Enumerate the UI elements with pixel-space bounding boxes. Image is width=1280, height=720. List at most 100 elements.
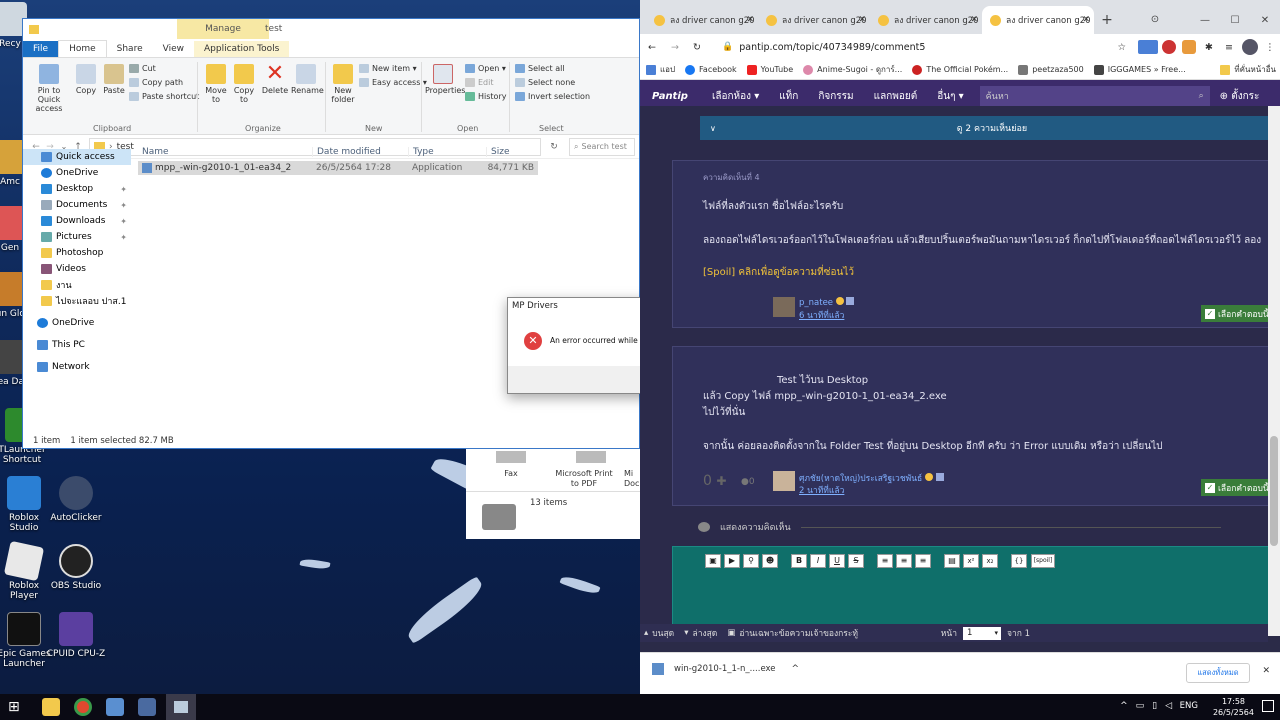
page-select[interactable]: 1 ▾ [962,626,1001,640]
underline-icon[interactable]: U [829,554,845,568]
minimize-icon[interactable]: — [1190,15,1220,26]
desktop-icon-cpuz[interactable]: CPUID CPU-Z [46,612,106,659]
copy-path-button[interactable]: Copy path [129,78,183,87]
nav-this-pc[interactable]: This PC [23,337,131,353]
desktop-icon-obs[interactable]: OBS Studio [46,544,106,591]
page-scrollbar[interactable] [1268,106,1280,636]
desktop-icon-autoclicker[interactable]: AutoClicker [46,476,106,523]
strikethrough-icon[interactable]: S [848,554,864,568]
subscript-icon[interactable]: x₂ [982,554,998,568]
pick-answer-button[interactable]: ✓ เลือกคำตอบนี้ [1201,479,1268,496]
col-type[interactable]: Type [408,147,486,157]
close-icon[interactable]: ✕ [1262,666,1270,676]
bookmark-peetzaza[interactable]: peetzaza500 [1018,64,1084,75]
arrow-up-icon[interactable]: ▴ [644,628,648,638]
emoji-picker-icon[interactable]: ☻ [762,554,778,568]
nav-pictures[interactable]: Pictures ✦ [23,229,131,245]
language-indicator[interactable]: ENG [1180,701,1198,711]
nav-downloads[interactable]: Downloads ✦ [23,213,131,229]
arrow-down-icon[interactable]: ▾ [684,628,688,638]
avatar[interactable] [773,471,795,491]
vote-count[interactable]: 0 ✚ [703,473,726,489]
scroll-top-link[interactable]: บนสุด [652,626,674,640]
network-icon[interactable]: ▭ [1136,701,1145,711]
nav-onedrive[interactable]: OneDrive [23,165,131,181]
clock[interactable]: 17:58 26/5/2564 [1213,696,1254,718]
align-center-icon[interactable]: ≡ [896,554,912,568]
bookmark-pokemon[interactable]: The Official Pokém... [912,64,1008,75]
pin-quick-access-button[interactable]: Pin to Quick access [27,64,71,113]
tab-view[interactable]: View [153,41,194,57]
bookmark-igggames[interactable]: IGGGAMES » Free... [1093,64,1186,75]
nav-more[interactable]: อื่นๆ ▾ [937,89,963,104]
show-all-button[interactable]: แสดงทั้งหมด [1186,663,1250,683]
bookmark-other[interactable]: ที่คั่นหน้าอื่น [1220,63,1276,76]
scroll-bottom-link[interactable]: ล่างสุด [692,626,717,640]
puzzle-icon[interactable]: ✱ [1202,42,1216,53]
open-button[interactable]: Open ▾ [465,64,506,73]
installer-taskbar-icon[interactable] [138,698,156,716]
col-date[interactable]: Date modified [312,147,408,157]
close-tab-icon[interactable]: ✕ [746,15,754,25]
align-left-icon[interactable]: ≡ [877,554,893,568]
nav-desktop[interactable]: Desktop ✦ [23,181,131,197]
pick-answer-button[interactable]: ✓ เลือกคำตอบนี้ [1201,305,1268,322]
avatar[interactable] [773,297,795,317]
chevron-up-icon[interactable]: ^ [792,664,800,674]
paste-button[interactable]: Paste [101,64,127,95]
notification-icon[interactable] [1262,700,1274,712]
chevron-up-icon[interactable]: ^ [1120,701,1128,711]
windows-start-icon[interactable]: ⊞ [8,698,26,716]
nav-quick-access[interactable]: Quick access [23,149,131,165]
view-replies-bar[interactable]: ∨ ดู 2 ความเห็นย่อย [700,116,1268,140]
history-button[interactable]: History [465,92,506,101]
device-print-to-pdf[interactable]: Microsoft Print to PDF [552,469,616,489]
superscript-icon[interactable]: x² [963,554,979,568]
close-tab-icon[interactable]: ✕ [1082,15,1090,25]
bookmark-star-icon[interactable]: ☆ [1117,42,1126,53]
maximize-icon[interactable]: ☐ [1220,15,1250,26]
nav-network[interactable]: Network [23,359,131,375]
tab-application-tools[interactable]: Application Tools [193,41,290,57]
paste-shortcut-button[interactable]: Paste shortcut [129,92,199,101]
extension-icon[interactable] [1182,40,1196,54]
battery-icon[interactable]: ▯ [1152,701,1157,711]
select-none-button[interactable]: Select none [515,78,575,87]
browser-tab[interactable]: ลง driver canon g20 ✕ [646,6,758,34]
browser-tab[interactable]: ลง driver canon g20 ✕ [870,6,982,34]
col-name[interactable]: Name [138,147,312,157]
nav-folder-thai[interactable]: ไปจะแลอบ ปาส.1 [23,293,131,309]
nav-photoshop[interactable]: Photoshop [23,245,131,261]
download-item[interactable]: win-g2010-1_1-n_....exe ^ [652,663,799,675]
spoil-icon[interactable]: [spoil] [1031,554,1055,568]
translate-icon[interactable] [1138,40,1158,54]
emote-count[interactable]: ●0 [741,477,755,487]
extension-icon[interactable] [1162,40,1176,54]
tab-search-icon[interactable]: ⊙ [1140,6,1170,34]
volume-icon[interactable]: ◁ [1165,701,1172,711]
copy-button[interactable]: Copy [73,64,99,95]
close-tab-icon[interactable]: ✕ [970,15,978,25]
active-window-taskbar-icon[interactable] [166,694,196,720]
bookmark-anime[interactable]: Anime-Sugoi - ดูการ์... [803,63,902,76]
nav-folder-work[interactable]: งาน [23,277,131,293]
tab-share[interactable]: Share [107,41,153,57]
app-taskbar-icon[interactable] [106,698,124,716]
tab-file[interactable]: File [23,41,59,57]
italic-icon[interactable]: I [810,554,826,568]
cut-button[interactable]: Cut [129,64,156,73]
owner-only-link[interactable]: อ่านเฉพาะข้อความเจ้าของกระทู้ [739,626,858,640]
close-tab-icon[interactable]: ✕ [858,15,866,25]
edit-button[interactable]: Edit [465,78,494,87]
nav-points[interactable]: แลกพอยต์ [874,89,918,104]
menu-dots-icon[interactable]: ⋮ [1264,42,1276,53]
new-tab-icon[interactable]: + [1094,6,1120,34]
device-other[interactable]: Mi Doc [624,469,640,489]
back-icon[interactable]: ← [640,42,664,53]
pantip-logo[interactable]: Pantip [652,91,688,102]
bookmark-youtube[interactable]: YouTube [746,64,793,75]
nav-activity[interactable]: กิจกรรม [818,89,853,104]
delete-button[interactable]: ✕ Delete [261,63,289,96]
rename-button[interactable]: Rename [291,64,324,95]
select-all-button[interactable]: Select all [515,64,565,73]
